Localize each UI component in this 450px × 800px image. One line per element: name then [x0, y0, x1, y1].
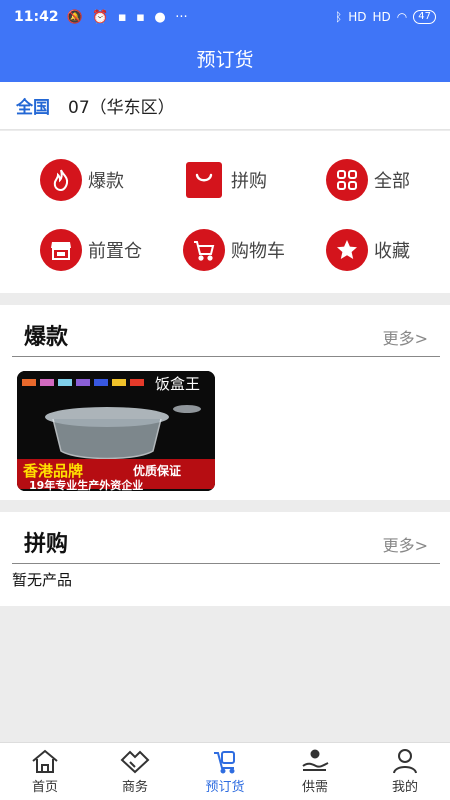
group-buy-section: 拼购 更多> 暂无产品: [0, 512, 450, 606]
tab-home-label: 首页: [31, 780, 58, 795]
tab-business-label: 商务: [121, 780, 148, 795]
store-icon: [40, 229, 82, 271]
product-brand: 饭盒王: [155, 375, 201, 393]
home-icon: [32, 749, 58, 773]
hot-more-link[interactable]: 更多>: [383, 325, 428, 349]
supply-icon: [302, 749, 329, 771]
title-bar: 预订货: [0, 34, 450, 82]
status-bar: 11:42 🔕 ⏰ ▪ ▪ ● ··· ᛒ HD HD ◠ 47: [0, 0, 450, 34]
wifi-icon: ◠: [396, 10, 408, 24]
preorder-icon: [214, 751, 235, 774]
bluetooth-icon: ᛒ: [335, 10, 343, 24]
menu-label-all: 全部: [374, 171, 410, 192]
tab-business[interactable]: 商务: [90, 743, 180, 800]
mute-bell-icon: 🔕: [66, 10, 83, 25]
page-title: 预订货: [196, 48, 254, 71]
menu-label-warehouse: 前置仓: [88, 241, 142, 262]
signal-icon: HD: [348, 10, 367, 24]
message-icon: ▪: [117, 10, 127, 25]
menu-item-warehouse[interactable]: 前置仓: [40, 229, 142, 271]
hot-section: 爆款 更多> 饭盒王 香港品牌 优质保证 19年专业生产外资企业: [0, 305, 450, 500]
grid-icon: [326, 159, 368, 201]
star-icon: [326, 229, 368, 271]
shopping-bag-icon: [186, 162, 222, 198]
bottom-tab-bar: 首页 商务 预订货 供需 我的: [0, 742, 450, 800]
tab-home[interactable]: 首页: [0, 743, 90, 800]
tab-preorder-label: 预订货: [205, 780, 245, 795]
chat-icon: ▪: [136, 10, 145, 25]
menu-item-favorites[interactable]: 收藏: [326, 229, 410, 271]
menu-item-group-buy[interactable]: 拼购: [186, 162, 267, 198]
tab-me[interactable]: 我的: [360, 743, 450, 800]
empty-message: 暂无产品: [12, 571, 73, 589]
handshake-icon: [120, 750, 150, 774]
tab-supply-label: 供需: [301, 780, 328, 795]
menu-label-group-buy: 拼购: [231, 171, 267, 192]
group-buy-header: 拼购 更多>: [12, 512, 440, 564]
fire-icon: [40, 159, 82, 201]
hot-section-title: 爆款: [24, 325, 69, 350]
region-selector[interactable]: 全国 07（华东区）: [0, 82, 450, 130]
group-buy-title: 拼购: [24, 532, 69, 557]
tab-supply[interactable]: 供需: [270, 743, 360, 800]
group-buy-more-link[interactable]: 更多>: [383, 532, 428, 556]
product-card[interactable]: 饭盒王 香港品牌 优质保证 19年专业生产外资企业: [17, 371, 215, 491]
status-time: 11:42: [14, 9, 59, 25]
region-country[interactable]: 全国: [16, 93, 50, 118]
signal-icon-2: HD: [372, 10, 391, 24]
more-dots-icon: ···: [175, 10, 188, 25]
menu-label-hot: 爆款: [88, 171, 124, 192]
menu-item-hot[interactable]: 爆款: [40, 159, 124, 201]
user-icon: [393, 749, 417, 774]
hot-section-header: 爆款 更多>: [12, 305, 440, 357]
wechat-icon: ●: [154, 10, 166, 25]
menu-item-cart[interactable]: 购物车: [183, 229, 285, 271]
alarm-icon: ⏰: [92, 10, 109, 25]
menu-label-cart: 购物车: [231, 241, 285, 262]
category-menu: 爆款 拼购 全部 前置仓 购物车 收藏: [0, 131, 450, 293]
menu-item-all[interactable]: 全部: [326, 159, 410, 201]
product-subline: 19年专业生产外资企业: [29, 479, 144, 491]
tab-me-label: 我的: [391, 780, 418, 795]
battery-icon: 47: [413, 10, 436, 24]
tab-preorder[interactable]: 预订货: [180, 743, 270, 800]
menu-label-favorites: 收藏: [374, 241, 410, 262]
cart-icon: [183, 229, 225, 271]
region-area[interactable]: 07（华东区）: [68, 93, 175, 118]
